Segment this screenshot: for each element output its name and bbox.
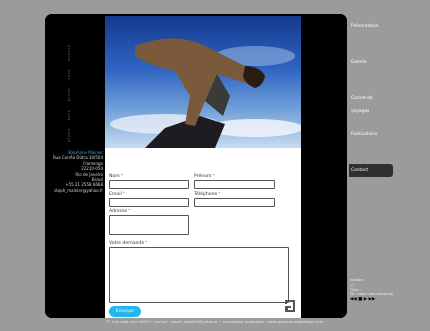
right-black-panel — [301, 14, 347, 318]
hero-photo — [105, 16, 301, 148]
address-email[interactable]: steph_mainier@yahoo.fr — [47, 188, 103, 193]
nom-label: Nom* — [109, 174, 124, 179]
send-button[interactable]: Envoyer — [109, 306, 141, 317]
g-logo-icon — [285, 300, 295, 312]
nav-item-publications[interactable]: Publications — [349, 128, 389, 141]
music-player: Artiste : -/- Titre : Dr. Lotto look aus… — [350, 277, 420, 303]
nav-item-galerie[interactable]: Galerie — [349, 56, 389, 69]
main-nav: Présentation Galerie Carnet de voyages P… — [347, 14, 430, 318]
demande-label: Votre demande* — [109, 241, 148, 246]
hero-photo-graphic — [110, 38, 301, 148]
telephone-input[interactable] — [194, 198, 275, 207]
email-label: Email* — [109, 192, 126, 197]
page-footer: © ride-shot.com 2005 • contact : steph_m… — [106, 319, 324, 324]
main-frame: alpha · beta · grand · nord · ecosse Sté… — [45, 14, 347, 318]
prenom-input[interactable] — [194, 180, 275, 189]
adresse-textarea[interactable] — [109, 215, 189, 235]
left-sidebar: alpha · beta · grand · nord · ecosse Sté… — [45, 14, 105, 318]
contact-form: Nom* Prénom* Email* Téléphone* Adresse* … — [105, 148, 301, 318]
demande-textarea[interactable] — [109, 247, 289, 303]
telephone-label: Téléphone* — [194, 192, 221, 197]
nav-item-presentation[interactable]: Présentation — [349, 20, 389, 33]
adresse-label: Adresse* — [109, 209, 131, 214]
nom-input[interactable] — [109, 180, 189, 189]
nav-item-carnet-de-voyages[interactable]: Carnet de voyages — [349, 92, 389, 114]
prenom-label: Prénom* — [194, 174, 215, 179]
email-input[interactable] — [109, 198, 189, 207]
contact-address: Stéphane Mainier Rua Corrêa Dûtra 30/504… — [47, 150, 103, 193]
nav-item-contact[interactable]: Contact — [349, 164, 393, 177]
player-controls[interactable]: ◀◀ ■ ▶ ▶▶ — [350, 297, 420, 303]
vertical-sidebar-text: alpha · beta · grand · nord · ecosse — [67, 44, 71, 142]
